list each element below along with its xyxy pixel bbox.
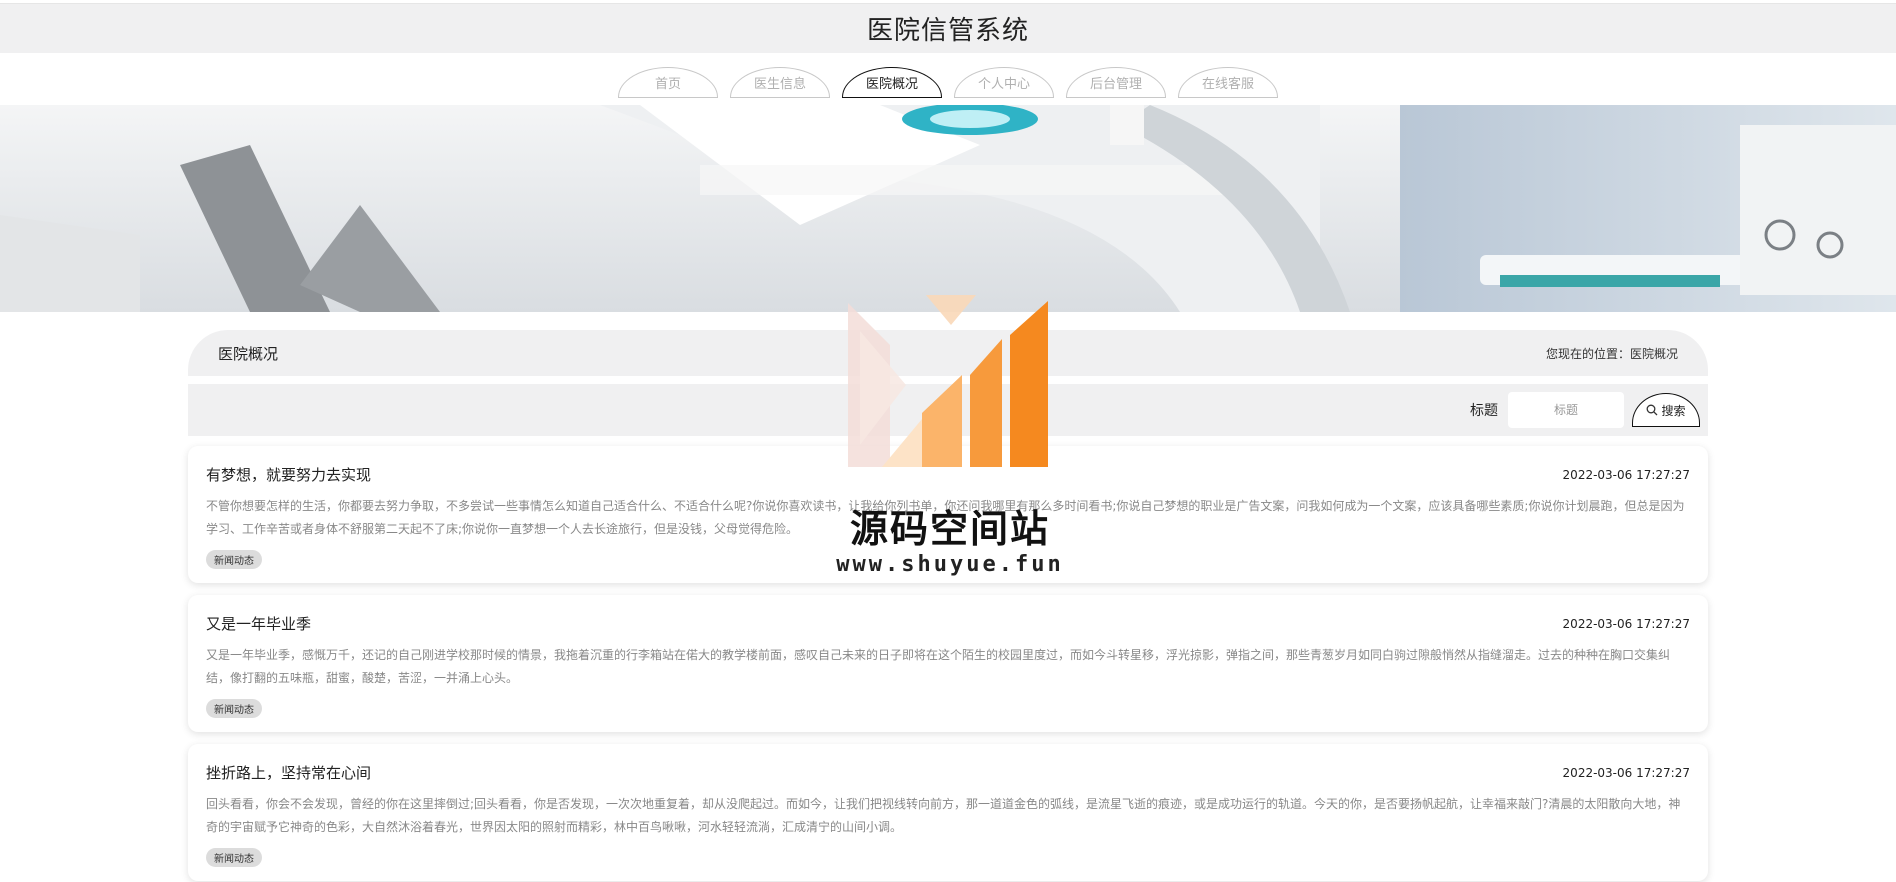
news-tag: 新闻动态: [206, 550, 262, 569]
news-card[interactable]: 有梦想，就要努力去实现 2022-03-06 17:27:27 不管你想要怎样的…: [188, 446, 1708, 583]
news-tag: 新闻动态: [206, 848, 262, 867]
search-button-label: 搜索: [1661, 403, 1686, 418]
news-desc: 又是一年毕业季，感慨万千，还记的自己刚进学校那时候的情景，我拖着沉重的行李箱站在…: [206, 648, 1671, 685]
main-content: 医院概况 您现在的位置：医院概况 标题 搜索 有梦想，就要努力去实现 2022-…: [188, 330, 1708, 881]
title-bar: 医院信管系统: [0, 4, 1896, 53]
nav-item-hospital-overview[interactable]: 医院概况: [842, 67, 942, 98]
search-label: 标题: [1470, 403, 1498, 419]
search-icon: [1647, 404, 1658, 416]
nav-label: 医生信息: [753, 77, 806, 92]
search-button[interactable]: 搜索: [1632, 393, 1700, 427]
news-desc: 回头看看，你会不会发现，曾经的你在这里摔倒过;回头看看，你是否发现，一次次地重复…: [206, 797, 1681, 834]
nav-label: 后台管理: [1089, 77, 1142, 92]
main-nav: 首页 医生信息 医院概况 个人中心 后台管理 在线客服: [0, 53, 1896, 105]
news-desc: 不管你想要怎样的生活，你都要去努力争取，不多尝试一些事情怎么知道自己适合什么、不…: [206, 499, 1685, 536]
news-card[interactable]: 又是一年毕业季 2022-03-06 17:27:27 又是一年毕业季，感慨万千…: [188, 595, 1708, 732]
nav-item-home[interactable]: 首页: [618, 67, 718, 98]
news-time: 2022-03-06 17:27:27: [1562, 616, 1690, 631]
news-tag: 新闻动态: [206, 699, 262, 718]
nav-item-doctors[interactable]: 医生信息: [730, 67, 830, 98]
news-title[interactable]: 又是一年毕业季: [206, 613, 311, 634]
news-title[interactable]: 挫折路上，坚持常在心间: [206, 762, 371, 783]
search-bar: 标题 搜索: [188, 384, 1708, 436]
nav-item-admin[interactable]: 后台管理: [1066, 67, 1166, 98]
nav-label: 首页: [654, 77, 681, 92]
news-card[interactable]: 挫折路上，坚持常在心间 2022-03-06 17:27:27 回头看看，你会不…: [188, 744, 1708, 881]
page-title: 医院概况: [218, 344, 279, 363]
news-title[interactable]: 有梦想，就要努力去实现: [206, 464, 371, 485]
nav-item-personal-center[interactable]: 个人中心: [954, 67, 1054, 98]
breadcrumb: 医院概况 您现在的位置：医院概况: [188, 330, 1708, 376]
nav-label: 个人中心: [977, 77, 1030, 92]
news-time: 2022-03-06 17:27:27: [1562, 467, 1690, 482]
app-title: 医院信管系统: [866, 16, 1029, 46]
news-time: 2022-03-06 17:27:27: [1562, 765, 1690, 780]
operating-room-illustration: [0, 105, 1896, 312]
nav-label: 在线客服: [1201, 77, 1254, 92]
nav-item-online-service[interactable]: 在线客服: [1178, 67, 1278, 98]
banner-image: [0, 105, 1896, 312]
nav-label: 医院概况: [865, 77, 918, 92]
breadcrumb-location: 您现在的位置：医院概况: [1545, 346, 1678, 361]
search-input[interactable]: [1508, 392, 1624, 428]
